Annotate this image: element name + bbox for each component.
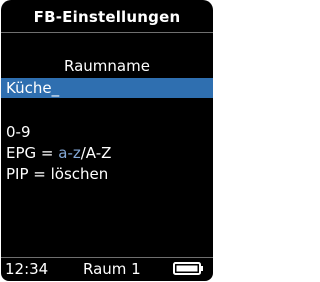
- status-divider: [1, 257, 213, 258]
- page-title: FB-Einstellungen: [33, 8, 181, 26]
- hint-digits: 0-9: [6, 123, 31, 141]
- status-room: Raum 1: [83, 260, 141, 278]
- remote-display: FB-Einstellungen Raumname Küche_ 0-9 EPG…: [1, 0, 213, 281]
- status-bar: 12:34 Raum 1: [1, 259, 213, 281]
- hint-epg-key: EPG =: [6, 144, 59, 162]
- room-name-value: Küche_: [6, 79, 60, 97]
- room-name-input[interactable]: Küche_: [1, 78, 213, 98]
- remote-device: FB-Einstellungen Raumname Küche_ 0-9 EPG…: [0, 0, 215, 282]
- hint-epg: EPG = a-z/A-Z: [6, 144, 111, 162]
- battery-icon: [173, 262, 203, 275]
- status-time: 12:34: [5, 260, 49, 278]
- hint-epg-uppercase: /A-Z: [80, 144, 112, 162]
- hint-epg-lowercase: a-z: [58, 144, 81, 162]
- title-divider: [1, 32, 213, 33]
- hint-pip-delete: PIP = löschen: [6, 165, 109, 183]
- room-name-label: Raumname: [64, 57, 150, 75]
- battery-fill: [176, 265, 198, 272]
